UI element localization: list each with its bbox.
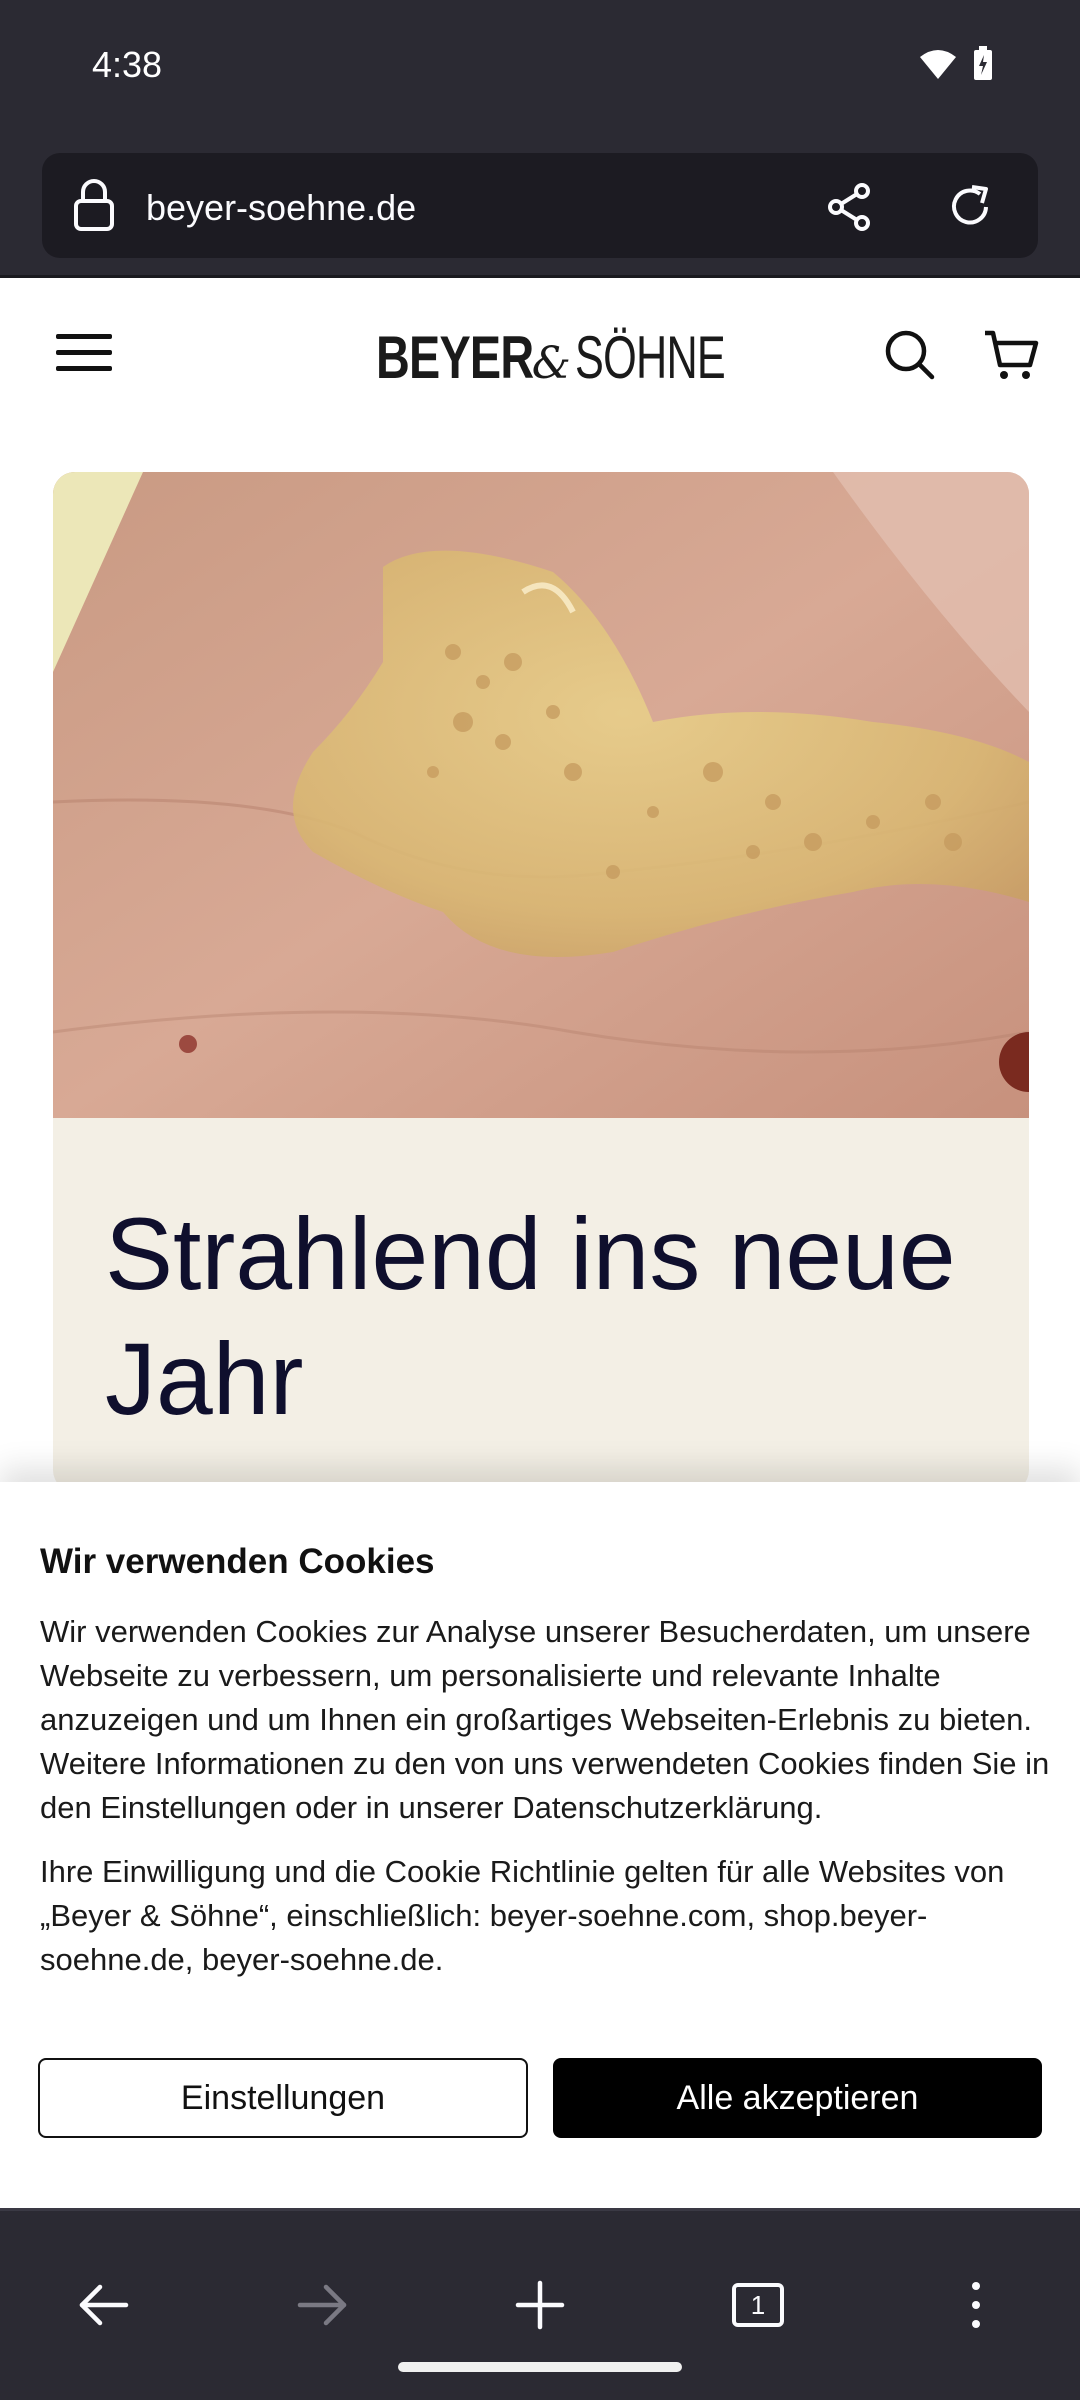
search-icon[interactable] <box>882 327 938 383</box>
hero-headline: Strahlend ins neue Jahr <box>105 1197 956 1436</box>
cart-icon[interactable] <box>982 327 1042 383</box>
cookie-body: Wir verwenden Cookies zur Analyse unsere… <box>40 1610 1050 2002</box>
url-bar[interactable]: beyer-soehne.de <box>42 153 1038 258</box>
more-menu-button[interactable] <box>936 2265 1016 2345</box>
logo-text-soehne: SÖHNE <box>574 324 726 391</box>
site-header: BEYER & SÖHNE <box>0 281 1080 431</box>
new-tab-button[interactable] <box>500 2265 580 2345</box>
cookie-text-1: Wir verwenden Cookies zur Analyse unsere… <box>40 1614 1050 1825</box>
cookie-title: Wir verwenden Cookies <box>40 1542 435 1581</box>
status-icons <box>918 46 994 82</box>
cookie-text-2: Ihre Einwilligung und die Cookie Richtli… <box>40 1854 1005 1977</box>
browser-toolbar: beyer-soehne.de <box>0 138 1080 278</box>
gesture-bar[interactable] <box>398 2362 682 2372</box>
tab-count: 1 <box>750 2289 766 2320</box>
logo-ampersand: & <box>531 338 571 389</box>
logo-text-beyer: BEYER <box>376 324 534 391</box>
back-button[interactable] <box>64 2265 144 2345</box>
menu-icon[interactable] <box>56 334 112 374</box>
lock-icon[interactable] <box>72 177 116 233</box>
url-text[interactable]: beyer-soehne.de <box>146 187 416 229</box>
wifi-icon <box>920 50 956 79</box>
site-logo[interactable]: BEYER & SÖHNE <box>376 323 783 392</box>
tabs-button[interactable]: 1 <box>718 2265 798 2345</box>
cookie-banner: Wir verwenden Cookies Wir verwenden Cook… <box>0 1482 1080 2208</box>
forward-icon <box>297 2284 347 2326</box>
accept-all-button[interactable]: Alle akzeptieren <box>553 2058 1042 2138</box>
forward-button[interactable] <box>282 2265 362 2345</box>
new-tab-icon <box>515 2280 565 2330</box>
cookie-settings-button[interactable]: Einstellungen <box>38 2058 528 2138</box>
battery-icon <box>974 46 992 80</box>
tabs-icon: 1 <box>732 2283 784 2327</box>
hero-image <box>53 472 1029 1118</box>
status-bar: 4:38 <box>0 0 1080 138</box>
hero-card[interactable]: Strahlend ins neue Jahr <box>53 472 1029 1492</box>
status-time: 4:38 <box>92 44 163 85</box>
more-icon <box>972 2282 980 2328</box>
reload-icon[interactable] <box>942 179 998 235</box>
back-icon <box>79 2284 129 2326</box>
share-icon[interactable] <box>822 179 878 235</box>
